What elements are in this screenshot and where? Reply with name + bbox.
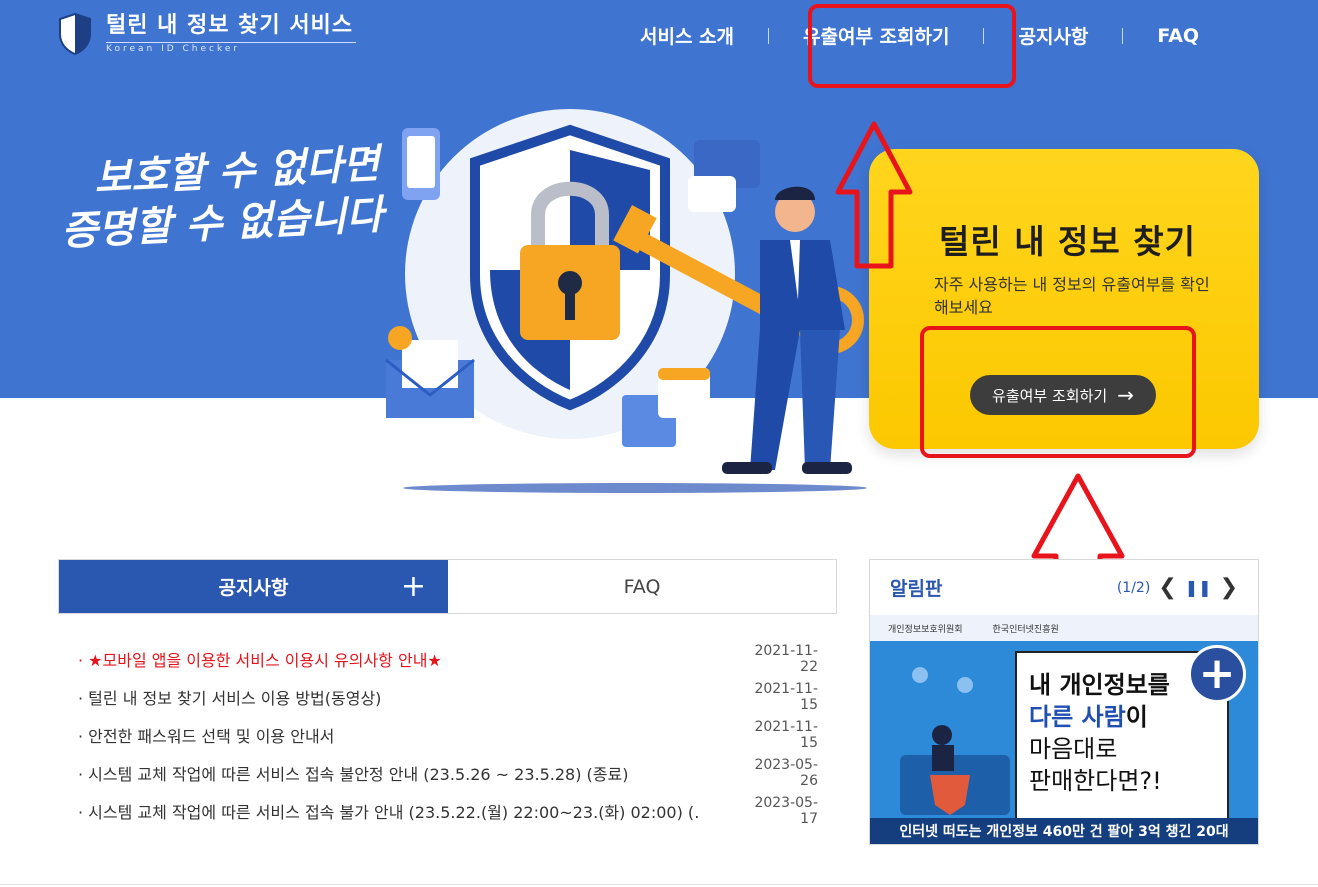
hero-illustration: 보호할 수 없다면 증명할 수 없습니다 (60, 109, 867, 493)
pause-icon[interactable]: ❚❚ (1185, 578, 1212, 597)
tab-notice-label: 공지사항 (218, 577, 289, 599)
card-description: 자주 사용하는 내 정보의 유출여부를 확인해보세요 (934, 275, 1210, 317)
notice-title[interactable]: · ★모바일 앱을 이용한 서비스 이용시 유의사항 안내★ (78, 647, 698, 671)
list-item[interactable]: · 시스템 교체 작업에 따른 서비스 접속 불가 안내 (23.5.22.(월… (78, 792, 818, 830)
banner-org1: 개인정보보호위원회 (888, 624, 963, 635)
banner-illustration (900, 667, 1010, 815)
board-banner[interactable]: 개인정보보호위원회 한국인터넷진흥원 내 개인정보를 다른 사람이 마음대로 판… (870, 615, 1258, 844)
board-page-indicator: (1/2) (1116, 579, 1151, 596)
tab-faq-label: FAQ (623, 575, 661, 598)
businessman-figure (722, 186, 852, 474)
notice-date: 2023-05-17 (754, 795, 818, 827)
banner-text: 내 (1029, 671, 1060, 699)
banner-text: 개인정보 (1059, 671, 1148, 699)
annotation-box-nav (808, 4, 1016, 88)
banner-text-line: 마음대로 (1029, 735, 1118, 763)
tab-faq[interactable]: FAQ (448, 560, 836, 613)
notice-title[interactable]: · 안전한 패스워드 선택 및 이용 안내서 (78, 723, 698, 747)
notice-list: · ★모바일 앱을 이용한 서비스 이용시 유의사항 안내★ 2021-11-2… (78, 640, 818, 830)
slogan-line1: 보호할 수 없다면 (93, 141, 385, 202)
banner-org-bar: 개인정보보호위원회 한국인터넷진흥원 (870, 615, 1258, 641)
notice-board: 알림판 (1/2) ❮ ❚❚ ❯ 개인정보보호위원회 한국인터넷진흥원 내 개인… (869, 559, 1259, 845)
phone-icon (402, 128, 440, 200)
notice-title[interactable]: · 시스템 교체 작업에 따른 서비스 접속 불가 안내 (23.5.22.(월… (78, 799, 698, 823)
notice-title[interactable]: · 털린 내 정보 찾기 서비스 이용 방법(동영상) (78, 685, 698, 709)
slogan-line2: 증명할 수 없습니다 (60, 192, 389, 255)
banner-text-line: 다른 사람이 (1017, 701, 1227, 733)
banner-text: 를 (1147, 671, 1170, 699)
banner-text-line: 판매한다면?! (1029, 767, 1162, 795)
chat-bubble-icon (688, 140, 760, 212)
banner-text: 이 (1125, 703, 1148, 731)
footer-divider (0, 884, 1318, 885)
notice-date: 2021-11-15 (754, 719, 818, 751)
banner-org2: 한국인터넷진흥원 (992, 624, 1059, 635)
list-item[interactable]: · ★모바일 앱을 이용한 서비스 이용시 유의사항 안내★ 2021-11-2… (78, 640, 818, 678)
annotation-up-arrow (835, 121, 913, 269)
banner-text: 다른 사람 (1029, 703, 1126, 731)
list-item[interactable]: · 안전한 패스워드 선택 및 이용 안내서 2021-11-15 (78, 716, 818, 754)
chevron-right-icon[interactable]: ❯ (1220, 575, 1238, 600)
plus-icon: + (1188, 645, 1246, 703)
notice-date: 2021-11-15 (754, 681, 818, 713)
tab-notice[interactable]: 공지사항 + (59, 560, 448, 613)
notice-tabs: 공지사항 + FAQ (58, 559, 837, 614)
page: 털린 내 정보 찾기 서비스 Korean ID Checker 서비스 소개 … (0, 0, 1318, 887)
slogan-lettering: 보호할 수 없다면 증명할 수 없습니다 (60, 141, 389, 255)
card-title: 털린 내 정보 찾기 (939, 222, 1196, 261)
chevron-left-icon[interactable]: ❮ (1158, 575, 1176, 600)
notice-title[interactable]: · 시스템 교체 작업에 따른 서비스 접속 불안정 안내 (23.5.26 ~… (78, 761, 698, 785)
board-title: 알림판 (890, 578, 943, 600)
nav-faq[interactable]: FAQ (1157, 25, 1199, 47)
board-header: 알림판 (1/2) ❮ ❚❚ ❯ (870, 560, 1258, 615)
floor-shadow (403, 483, 867, 493)
notice-date: 2023-05-26 (754, 757, 818, 789)
notice-date: 2021-11-22 (754, 643, 818, 675)
nav-divider (1122, 27, 1124, 44)
nav-notice[interactable]: 공지사항 (1018, 22, 1088, 49)
list-item[interactable]: · 털린 내 정보 찾기 서비스 이용 방법(동영상) 2021-11-15 (78, 678, 818, 716)
annotation-box-button (920, 326, 1196, 458)
plus-icon[interactable]: + (401, 569, 426, 604)
board-controls: (1/2) ❮ ❚❚ ❯ (1117, 575, 1238, 600)
banner-caption: 인터넷 떠도는 개인정보 460만 건 팔아 3억 챙긴 20대 (870, 818, 1258, 844)
list-item[interactable]: · 시스템 교체 작업에 따른 서비스 접속 불안정 안내 (23.5.26 ~… (78, 754, 818, 792)
